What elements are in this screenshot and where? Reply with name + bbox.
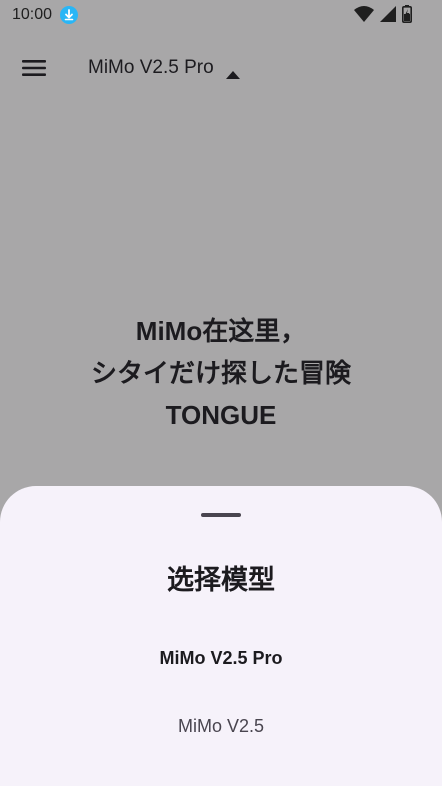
option-mimo-v2-5[interactable]: MiMo V2.5	[0, 700, 442, 752]
model-picker-sheet: 选择模型 MiMo V2.5 Pro MiMo V2.5	[0, 486, 442, 786]
option-mimo-v2-5-pro[interactable]: MiMo V2.5 Pro	[0, 632, 442, 684]
signal-icon	[380, 6, 396, 22]
caret-up-icon	[225, 64, 240, 79]
model-selector[interactable]: MiMo V2.5 Pro	[88, 54, 240, 82]
status-bar: 10:00	[0, 0, 442, 30]
status-icons	[354, 5, 412, 23]
drag-handle[interactable]	[201, 513, 241, 517]
welcome-line-1: MiMo在这里，	[135, 316, 307, 346]
model-title: MiMo V2.5 Pro	[88, 57, 214, 78]
status-time: 10:00	[12, 6, 53, 23]
menu-icon[interactable]	[22, 58, 46, 78]
wifi-icon	[354, 5, 374, 23]
battery-charging-icon	[402, 5, 412, 23]
top-app-bar: MiMo V2.5 Pro	[0, 40, 442, 96]
sheet-title: 选择模型	[167, 565, 275, 596]
welcome-line-2: シタイだけ探した冒険	[90, 358, 351, 388]
welcome-message: MiMo在这里， シタイだけ探した冒険 TONGUE	[0, 310, 442, 436]
download-icon	[60, 6, 78, 24]
welcome-line-3: TONGUE	[165, 400, 277, 430]
